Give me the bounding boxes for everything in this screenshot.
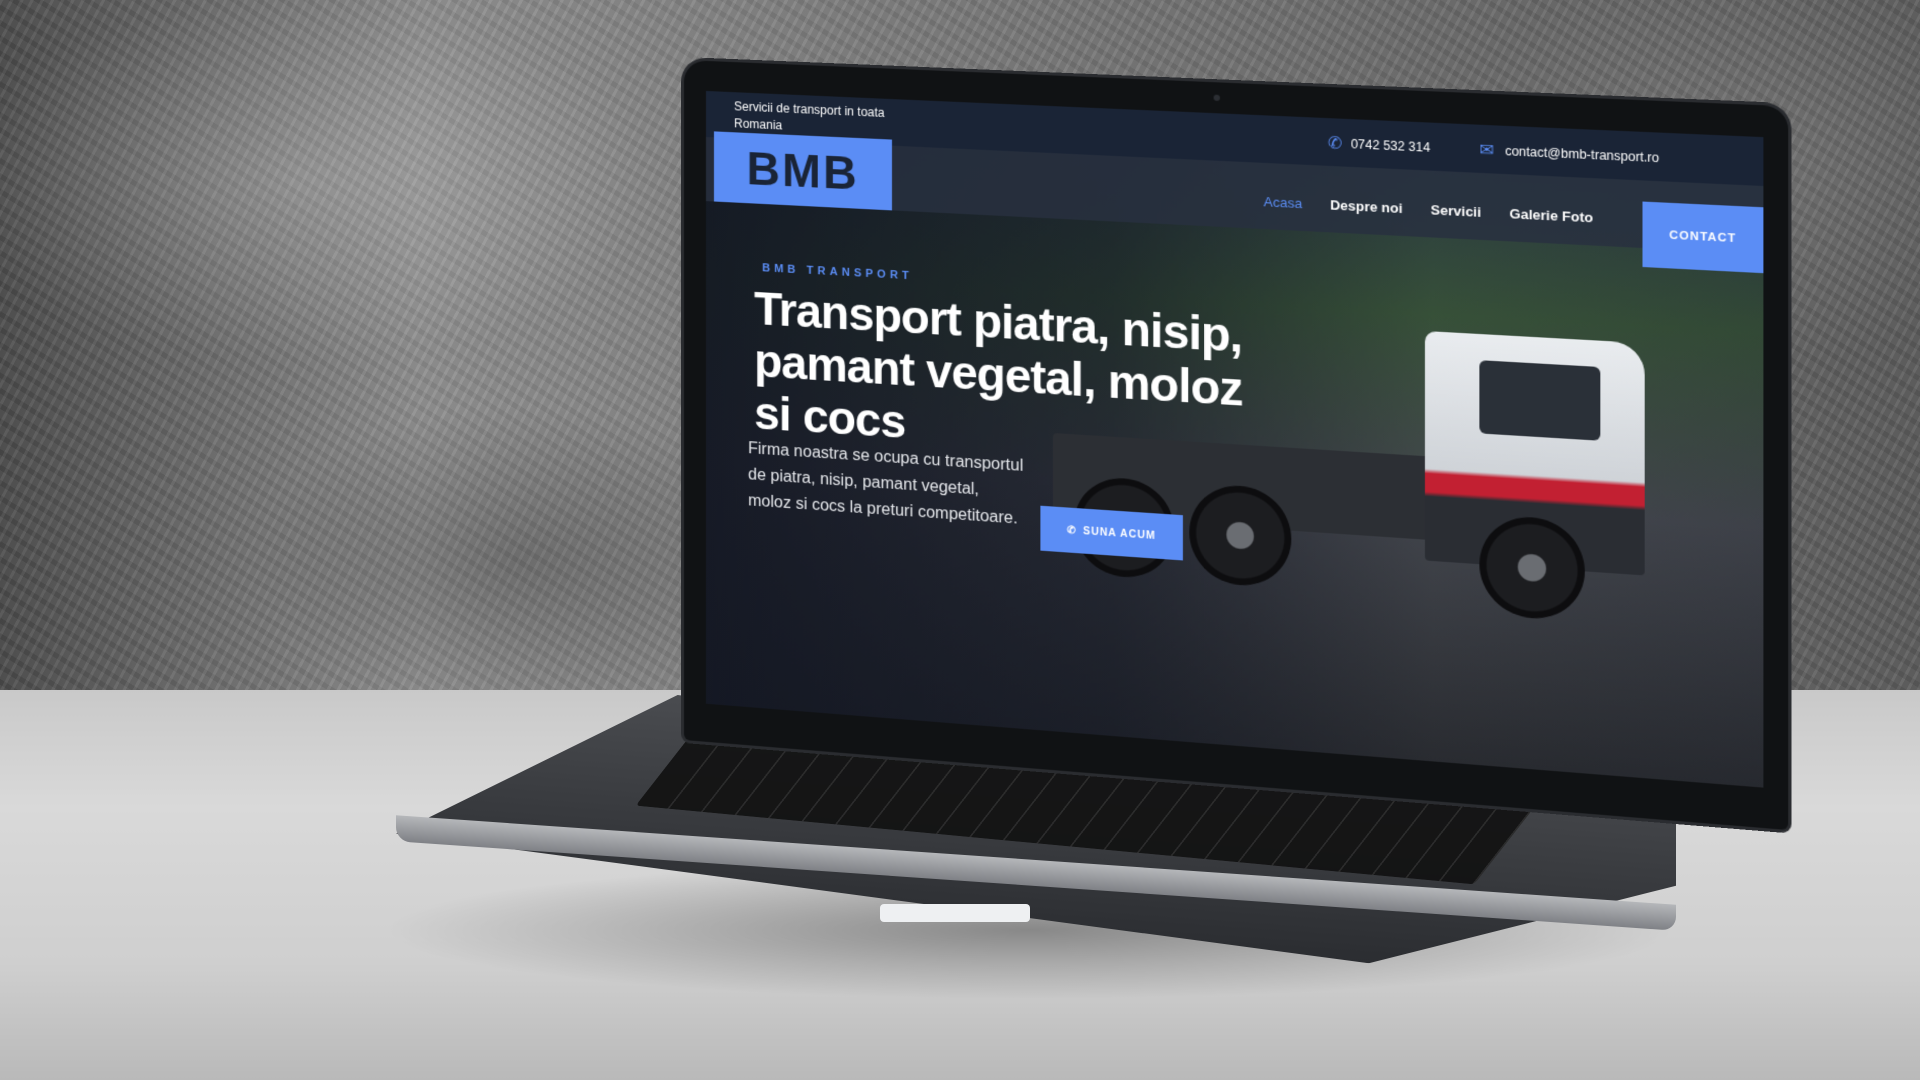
truck-window	[1479, 360, 1600, 441]
email-contact[interactable]: ✉ contact@bmb-transport.ro	[1479, 139, 1659, 168]
nav-item-acasa[interactable]: Acasa	[1264, 194, 1303, 211]
phone-icon: ✆	[1328, 133, 1342, 154]
laptop-lid-notch	[880, 904, 1030, 922]
webcam	[1214, 95, 1220, 101]
logo-text: BMB	[747, 141, 859, 201]
nav-item-servicii[interactable]: Servicii	[1431, 202, 1481, 220]
bmb-logo[interactable]: BMB	[714, 131, 892, 210]
phone-icon: ✆	[1067, 524, 1077, 536]
phone-number: 0742 532 314	[1351, 137, 1430, 155]
laptop-screen: Servicii de transport in toata Romania ✆…	[706, 91, 1763, 788]
email-address: contact@bmb-transport.ro	[1505, 144, 1659, 166]
contact-button[interactable]: CONTACT	[1642, 202, 1763, 274]
call-now-label: SUNA ACUM	[1083, 525, 1156, 541]
laptop-lid: Servicii de transport in toata Romania ✆…	[684, 60, 1788, 830]
envelope-icon: ✉	[1479, 139, 1494, 161]
phone-contact[interactable]: ✆ 0742 532 314	[1328, 133, 1430, 158]
